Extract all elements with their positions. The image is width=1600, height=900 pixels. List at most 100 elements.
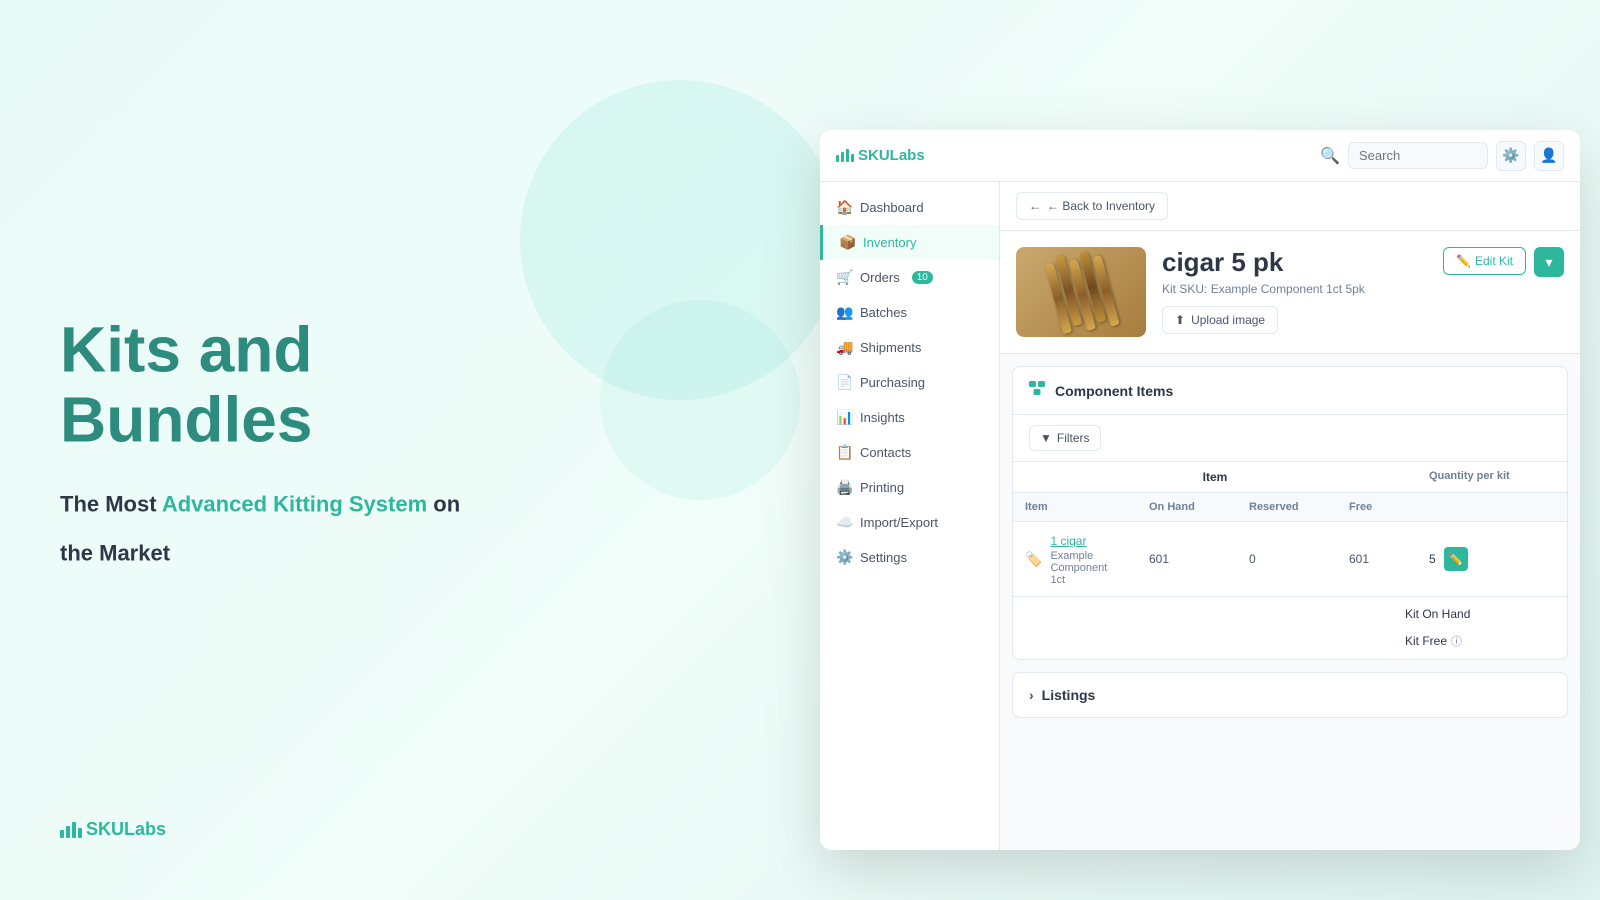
kit-free-text: Kit Free (1405, 634, 1447, 648)
filter-btn-label: Filters (1057, 431, 1090, 445)
subtitle-normal: The Most (60, 491, 162, 516)
dashboard-icon: 🏠 (836, 199, 852, 216)
shipments-icon: 🚚 (836, 339, 852, 356)
bg-circle-2 (600, 300, 800, 500)
app-logo: SKULabs (836, 147, 925, 164)
row-reserved: 0 (1237, 542, 1337, 576)
sidebar-label-dashboard: Dashboard (860, 200, 924, 215)
sidebar-label-shipments: Shipments (860, 340, 921, 355)
logo-bar-4 (78, 828, 82, 838)
kit-on-hand-row: Kit On Hand (1025, 603, 1555, 625)
sidebar-label-contacts: Contacts (860, 445, 911, 460)
subtitle-highlight: Advanced Kitting System (162, 491, 427, 516)
sidebar-label-orders: Orders (860, 270, 900, 285)
settings-icon-btn[interactable]: ⚙️ (1496, 141, 1526, 171)
purchasing-icon: 📄 (836, 374, 852, 391)
kit-title: cigar 5 pk (1162, 247, 1427, 278)
import-export-icon: ☁️ (836, 514, 852, 531)
main-content: ← ← Back to Inventory ci (1000, 182, 1580, 850)
batches-icon: 👥 (836, 304, 852, 321)
col-on-hand: On Hand (1137, 493, 1237, 521)
component-section-title: Component Items (1055, 383, 1173, 399)
sidebar-item-printing[interactable]: 🖨️ Printing (820, 470, 999, 505)
items-table: Item Quantity per kit Item On Hand Reser… (1013, 462, 1567, 659)
app-logo-bars (836, 149, 854, 162)
kit-free-label: Kit Free ⓘ (1405, 629, 1555, 653)
edit-kit-button[interactable]: ✏️ Edit Kit (1443, 247, 1526, 275)
hero-section: Kits and Bundles The Most Advanced Kitti… (60, 315, 560, 586)
app-window: SKULabs 🔍 ⚙️ 👤 🏠 Dashboard 📦 Inventory (820, 130, 1580, 850)
upload-btn-label: Upload image (1191, 313, 1265, 327)
row-free: 601 (1337, 542, 1417, 576)
upload-icon: ⬆ (1175, 313, 1185, 327)
item-name-link[interactable]: 1 cigar (1050, 534, 1086, 548)
search-icon[interactable]: 🔍 (1320, 146, 1340, 166)
kit-on-hand-label: Kit On Hand (1405, 603, 1555, 625)
kit-image (1016, 247, 1146, 337)
sidebar-item-inventory[interactable]: 📦 Inventory (820, 225, 999, 260)
filters-button[interactable]: ▼ Filters (1029, 425, 1101, 451)
sidebar-item-contacts[interactable]: 📋 Contacts (820, 435, 999, 470)
table-row: 🏷️ 1 cigar Example Component 1ct 601 0 6… (1013, 522, 1567, 597)
app-bar-2 (841, 152, 844, 162)
sidebar-item-batches[interactable]: 👥 Batches (820, 295, 999, 330)
back-to-inventory-button[interactable]: ← ← Back to Inventory (1016, 192, 1168, 220)
search-input[interactable] (1348, 142, 1488, 169)
sidebar-label-printing: Printing (860, 480, 904, 495)
section-header-component: Component Items (1013, 367, 1567, 415)
kit-free-info-icon[interactable]: ⓘ (1451, 633, 1462, 649)
item-sub-text: Example Component 1ct (1050, 550, 1125, 586)
sidebar-item-insights[interactable]: 📊 Insights (820, 400, 999, 435)
col-qty-per-kit (1417, 493, 1567, 521)
search-area: 🔍 (1320, 142, 1488, 169)
sidebar-item-settings[interactable]: ⚙️ Settings (820, 540, 999, 575)
hero-subtitle: The Most Advanced Kitting System on (60, 487, 560, 520)
sidebar-item-dashboard[interactable]: 🏠 Dashboard (820, 190, 999, 225)
sidebar-item-shipments[interactable]: 🚚 Shipments (820, 330, 999, 365)
sidebar-label-insights: Insights (860, 410, 905, 425)
table-sub-headers: Item On Hand Reserved Free (1013, 493, 1567, 522)
app-logo-labs: Labs (890, 147, 925, 164)
row-item-cell: 🏷️ 1 cigar Example Component 1ct (1013, 522, 1137, 596)
sidebar-item-purchasing[interactable]: 📄 Purchasing (820, 365, 999, 400)
app-bar-4 (851, 154, 854, 162)
sidebar: 🏠 Dashboard 📦 Inventory 🛒 Orders 10 👥 Ba… (820, 182, 1000, 850)
row-qty-value: 5 (1429, 552, 1436, 566)
sidebar-label-batches: Batches (860, 305, 907, 320)
chevron-down-icon: ▾ (1545, 254, 1552, 271)
sidebar-item-orders[interactable]: 🛒 Orders 10 (820, 260, 999, 295)
tag-icon: 🏷️ (1025, 551, 1042, 568)
edit-qty-button[interactable]: ✏️ (1444, 547, 1468, 571)
kit-actions: ✏️ Edit Kit ▾ (1443, 247, 1564, 277)
logo-bar-2 (66, 826, 70, 838)
top-bar: SKULabs 🔍 ⚙️ 👤 (820, 130, 1580, 182)
listings-header[interactable]: › Listings (1013, 673, 1567, 717)
insights-icon: 📊 (836, 409, 852, 426)
sidebar-label-import-export: Import/Export (860, 515, 938, 530)
kit-header: cigar 5 pk Kit SKU: Example Component 1c… (1000, 231, 1580, 354)
orders-icon: 🛒 (836, 269, 852, 286)
filters-bar: ▼ Filters (1013, 415, 1567, 462)
contacts-icon: 📋 (836, 444, 852, 461)
back-arrow-icon: ← (1029, 199, 1041, 213)
kit-info: cigar 5 pk Kit SKU: Example Component 1c… (1162, 247, 1427, 334)
logo-labs: Labs (124, 819, 166, 839)
back-bar: ← ← Back to Inventory (1000, 182, 1580, 231)
app-bar-1 (836, 155, 839, 162)
app-body: 🏠 Dashboard 📦 Inventory 🛒 Orders 10 👥 Ba… (820, 182, 1580, 850)
row-qty-cell: 5 ✏️ (1417, 537, 1567, 581)
component-section: Component Items ▼ Filters Item Quantity … (1012, 366, 1568, 660)
listings-title: Listings (1042, 687, 1096, 703)
settings-nav-icon: ⚙️ (836, 549, 852, 566)
user-icon-btn[interactable]: 👤 (1534, 141, 1564, 171)
app-logo-sku: SKU (858, 147, 890, 164)
edit-kit-label: Edit Kit (1475, 254, 1513, 268)
sidebar-label-inventory: Inventory (863, 235, 916, 250)
sidebar-item-import-export[interactable]: ☁️ Import/Export (820, 505, 999, 540)
upload-image-button[interactable]: ⬆ Upload image (1162, 306, 1278, 334)
kit-sku: Kit SKU: Example Component 1ct 5pk (1162, 282, 1427, 296)
more-actions-button[interactable]: ▾ (1534, 247, 1564, 277)
back-button-label: ← Back to Inventory (1047, 199, 1155, 213)
app-bar-3 (846, 149, 849, 162)
sidebar-label-settings: Settings (860, 550, 907, 565)
